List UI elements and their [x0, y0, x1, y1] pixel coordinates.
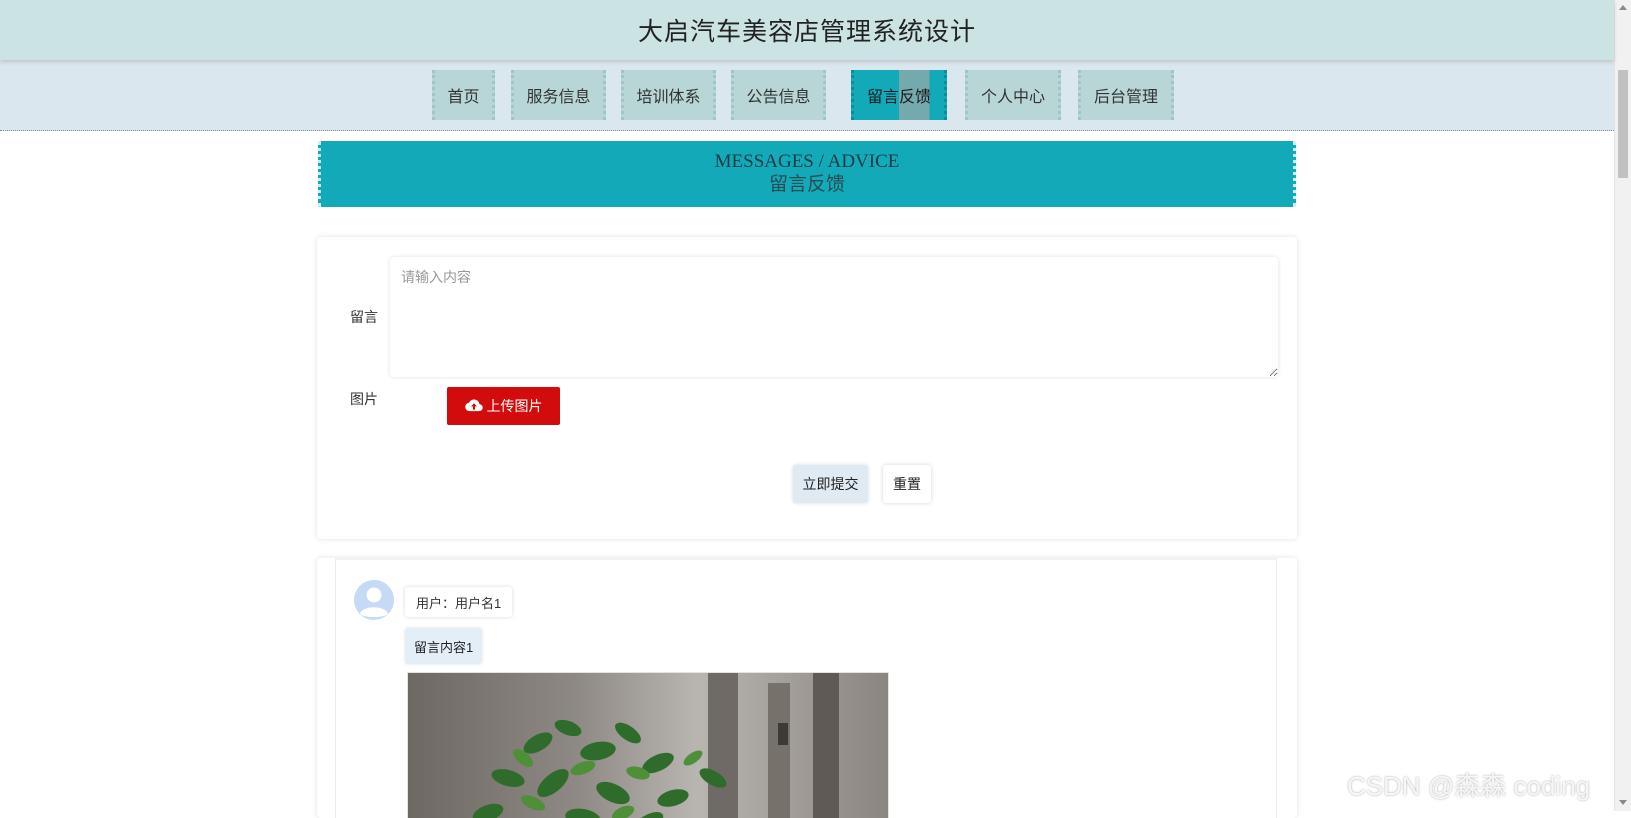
section-banner: MESSAGES / ADVICE 留言反馈	[318, 141, 1296, 207]
message-label: 留言	[350, 309, 378, 325]
upload-button-label: 上传图片	[486, 398, 543, 414]
nav-item-training[interactable]: 培训体系	[621, 70, 716, 120]
upload-image-button[interactable]: 上传图片	[447, 387, 560, 425]
image-label: 图片	[350, 391, 378, 407]
scroll-thumb[interactable]	[1618, 70, 1628, 178]
feedback-form: 留言 图片 上传图片 立即提交 重置	[317, 237, 1297, 539]
nav-item-admin[interactable]: 后台管理	[1078, 70, 1174, 120]
message-content: 留言内容1	[405, 628, 483, 664]
main-nav: 首页 服务信息 培训体系 公告信息 留言反馈 个人中心 后台管理	[0, 60, 1614, 131]
reset-button[interactable]: 重置	[883, 465, 931, 503]
page-scrollbar[interactable]	[1614, 0, 1631, 811]
banner-title-en: MESSAGES / ADVICE	[714, 151, 900, 172]
message-item: 用户：用户名1 留言内容1	[335, 558, 1277, 818]
nav-item-home[interactable]: 首页	[432, 70, 495, 120]
message-list: 用户：用户名1 留言内容1	[317, 558, 1297, 818]
nav-item-feedback[interactable]: 留言反馈	[851, 70, 947, 120]
scroll-up-icon[interactable]	[1619, 5, 1627, 10]
nav-item-profile[interactable]: 个人中心	[965, 70, 1061, 120]
scroll-down-icon[interactable]	[1619, 800, 1627, 805]
nav-item-notices[interactable]: 公告信息	[731, 70, 826, 120]
site-title: 大启汽车美容店管理系统设计	[637, 18, 976, 46]
submit-button[interactable]: 立即提交	[793, 465, 868, 503]
watermark: CSDN @森森 coding	[1347, 771, 1591, 801]
message-username: 用户：用户名1	[405, 587, 513, 617]
banner-title-cn: 留言反馈	[768, 174, 845, 195]
nav-item-services[interactable]: 服务信息	[511, 70, 606, 120]
site-header: 大启汽车美容店管理系统设计	[0, 0, 1614, 60]
cloud-upload-icon	[464, 399, 483, 413]
user-avatar-icon	[354, 580, 394, 620]
message-image	[407, 672, 889, 818]
message-textarea[interactable]	[390, 257, 1278, 377]
